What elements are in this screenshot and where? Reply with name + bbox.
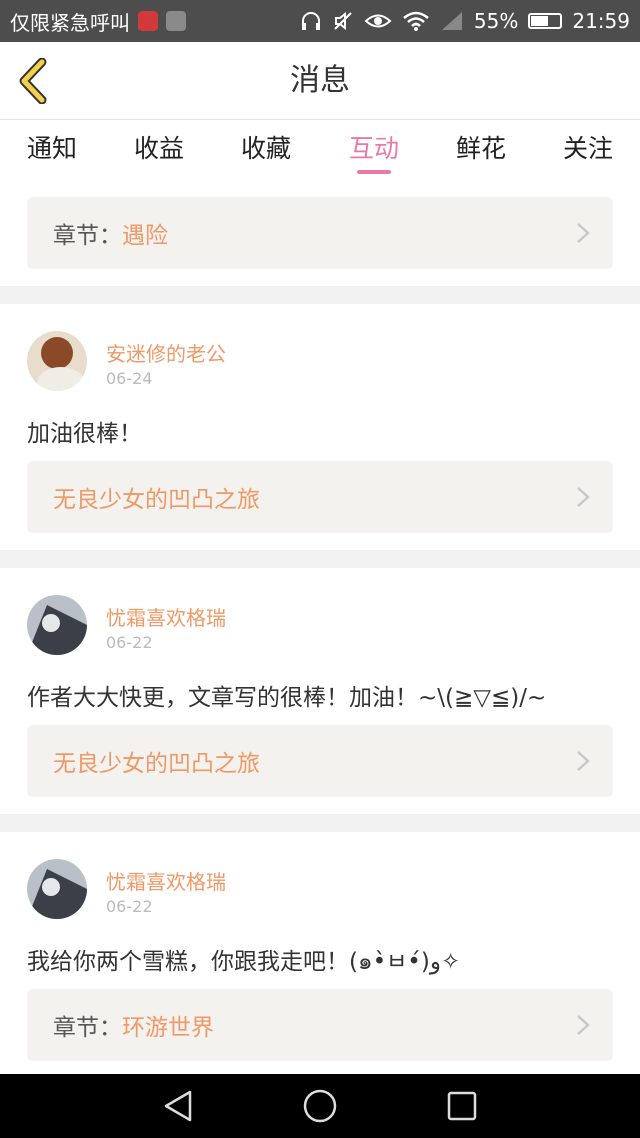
system-nav-bar [0,1074,640,1138]
tab-label: 收益 [133,134,184,163]
signal-icon [441,12,462,30]
link-name: 遇险 [122,223,168,249]
chevron-right-icon [577,751,590,771]
list-item: 安迷修的老公 06-24 加油很棒！ 无良少女的凹凸之旅 [0,304,640,550]
battery-icon [528,13,563,29]
book-link[interactable]: 无良少女的凹凸之旅 [27,725,613,797]
headphones-icon [301,12,320,30]
tab-label: 互动 [348,134,399,163]
header: 消息 [0,42,640,120]
avatar[interactable] [27,331,87,391]
tab-label: 鲜花 [455,134,506,163]
list-item: 忧霜喜欢格瑞 06-22 作者大大快更，文章写的很棒！加油！~\(≧▽≦)/~ … [0,568,640,814]
chapter-link[interactable]: 章节： 环游世界 [27,989,613,1061]
avatar[interactable] [27,859,87,919]
username[interactable]: 安迷修的老公 [106,338,226,367]
recents-square-icon[interactable] [444,1088,480,1124]
message-text: 加油很棒！ [27,421,142,447]
tab-flowers[interactable]: 鲜花 [436,120,526,184]
username[interactable]: 忧霜喜欢格瑞 [106,866,226,895]
list-item: 忧霜喜欢格瑞 06-22 我给你两个雪糕，你跟我走吧！(๑•̀ㅂ•́)و✧ 章节… [0,832,640,1078]
tab-interactions[interactable]: 互动 [329,120,419,184]
chevron-right-icon [577,223,590,243]
link-name: 无良少女的凹凸之旅 [53,751,260,777]
tab-earnings[interactable]: 收益 [114,120,204,184]
message-text: 作者大大快更，文章写的很棒！加油！~\(≧▽≦)/~ [27,685,547,711]
message-date: 06-22 [106,633,153,652]
tab-following[interactable]: 关注 [543,120,633,184]
tab-notifications[interactable]: 通知 [7,120,97,184]
tab-bar: 通知 收益 收藏 互动 鲜花 关注 [0,120,640,184]
link-prefix: 章节： [53,223,122,249]
wifi-icon [403,11,429,31]
chapter-link[interactable]: 章节： 遇险 [27,197,613,269]
gallery-icon [166,11,186,31]
book-link[interactable]: 无良少女的凹凸之旅 [27,461,613,533]
message-date: 06-24 [106,369,153,388]
back-triangle-icon[interactable] [160,1088,196,1124]
chevron-right-icon [577,1015,590,1035]
page-title: 消息 [290,63,350,98]
mute-icon [334,11,352,31]
tab-label: 关注 [562,134,613,163]
clock: 21:59 [572,9,630,33]
chevron-right-icon [577,487,590,507]
netease-music-icon [138,11,158,31]
eye-icon [364,14,392,28]
home-circle-icon[interactable] [302,1088,338,1124]
message-date: 06-22 [106,897,153,916]
active-tab-indicator [357,170,391,174]
carrier-text: 仅限紧急呼叫 [10,10,130,35]
battery-percent: 55% [473,9,519,33]
avatar[interactable] [27,595,87,655]
status-bar: 仅限紧急呼叫 55% 21:59 [0,0,640,42]
link-name: 无良少女的凹凸之旅 [53,487,260,513]
list-item: 章节： 遇险 [0,184,640,286]
tab-label: 通知 [26,134,77,163]
link-prefix: 章节： [53,1015,122,1041]
link-name: 环游世界 [122,1015,214,1041]
username[interactable]: 忧霜喜欢格瑞 [106,602,226,631]
message-list: 章节： 遇险 安迷修的老公 06-24 加油很棒！ 无良少女的凹凸之旅 忧霜喜欢… [0,184,640,1078]
message-text: 我给你两个雪糕，你跟我走吧！(๑•̀ㅂ•́)و✧ [27,949,461,975]
tab-favorites[interactable]: 收藏 [221,120,311,184]
tab-label: 收藏 [240,134,291,163]
